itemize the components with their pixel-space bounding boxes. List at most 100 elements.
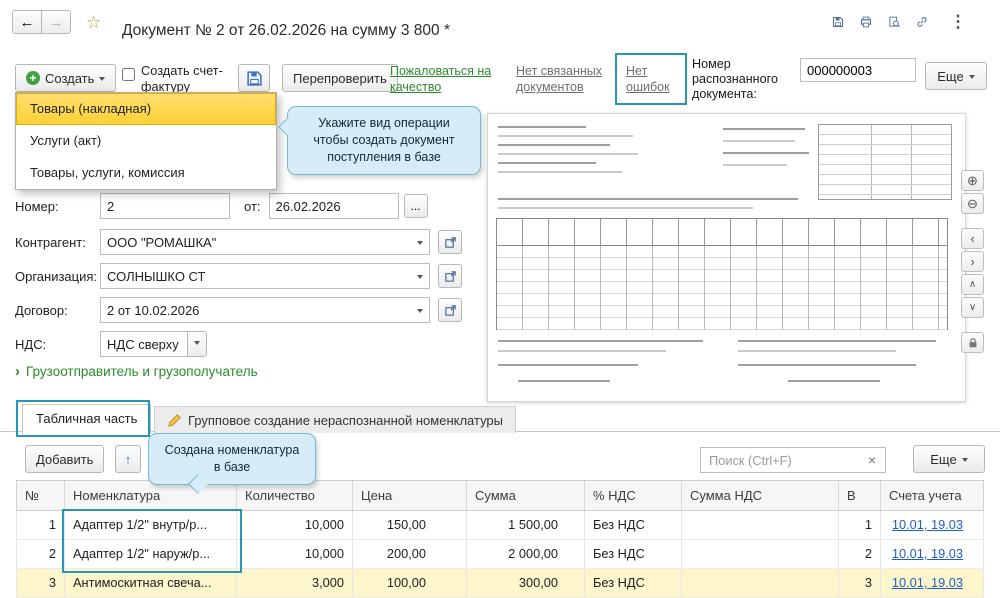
column-accounts[interactable]: Счета учета — [881, 481, 983, 510]
contract-label: Договор: — [15, 302, 68, 318]
tab-group-creation[interactable]: Групповое создание нераспознанной номенк… — [154, 406, 517, 433]
add-row-label: Добавить — [36, 451, 94, 467]
zoom-in-button[interactable]: ⊕ — [961, 170, 984, 191]
cell-number[interactable]: 3 — [17, 569, 65, 597]
column-nomenclature[interactable]: Номенклатура — [65, 481, 237, 510]
page-prev-button[interactable]: ‹ — [961, 228, 984, 249]
preview-search-icon[interactable] — [882, 10, 906, 34]
save-icon[interactable] — [826, 10, 850, 34]
menu-item-goods-services-commission[interactable]: Товары, услуги, комиссия — [16, 157, 276, 189]
no-linked-documents-link[interactable]: Нет связанных документов — [516, 63, 618, 96]
recognized-number-input[interactable] — [800, 58, 916, 82]
chevron-down-icon — [968, 75, 975, 82]
organization-open-button[interactable] — [438, 264, 462, 288]
counterparty-open-button[interactable] — [438, 230, 462, 254]
tab-tabular-part[interactable]: Табличная часть — [22, 404, 152, 434]
number-input[interactable]: 2 — [100, 193, 230, 219]
counterparty-value: ООО "РОМАШКА" — [107, 234, 217, 250]
create-invoice-label[interactable]: Создать счет-фактуру — [141, 63, 236, 95]
cell-quantity[interactable]: 10,000 — [237, 511, 353, 539]
vat-field[interactable]: НДС сверху — [100, 331, 188, 357]
chevron-down-icon — [99, 77, 106, 84]
contract-field[interactable]: 2 от 10.02.2026 — [100, 297, 430, 323]
counterparty-field[interactable]: ООО "РОМАШКА" — [100, 229, 430, 255]
consignor-group-link[interactable]: › Грузоотправитель и грузополучатель — [15, 363, 258, 380]
save-document-button[interactable] — [238, 64, 270, 92]
cell-quantity[interactable]: 10,000 — [237, 540, 353, 568]
clear-search-icon[interactable]: × — [862, 449, 882, 471]
page-next-button[interactable]: › — [961, 251, 984, 272]
cell-nomenclature[interactable]: Адаптер 1/2" внутр/р... — [65, 511, 237, 539]
column-quantity[interactable]: Количество — [237, 481, 353, 510]
cell-vat-rate[interactable]: Без НДС — [585, 569, 682, 597]
cell-number[interactable]: 1 — [17, 511, 65, 539]
column-sum[interactable]: Сумма — [467, 481, 585, 510]
menu-item-services-act[interactable]: Услуги (акт) — [16, 125, 276, 157]
chevron-down-icon[interactable] — [417, 241, 423, 248]
zoom-out-button[interactable]: ⊖ — [961, 193, 984, 214]
accounts-link[interactable]: 10.01, 19.03 — [892, 575, 963, 590]
cell-vat-rate[interactable]: Без НДС — [585, 540, 682, 568]
search-input[interactable] — [700, 447, 886, 473]
no-errors-link[interactable]: Нет ошибок — [626, 63, 678, 96]
number-label: Номер: — [15, 198, 59, 214]
column-v[interactable]: В — [839, 481, 881, 510]
cell-price[interactable]: 100,00 — [353, 569, 467, 597]
table-row[interactable]: 3 Антимоскитная свеча... 3,000 100,00 30… — [16, 569, 984, 598]
complain-quality-link[interactable]: Пожаловаться на качество — [390, 63, 508, 96]
favorite-star-icon[interactable]: ☆ — [86, 13, 101, 33]
date-picker-button[interactable]: ... — [403, 194, 428, 218]
column-price[interactable]: Цена — [353, 481, 467, 510]
cell-quantity[interactable]: 3,000 — [237, 569, 353, 597]
chevron-down-icon[interactable] — [417, 309, 423, 316]
cell-sum[interactable]: 2 000,00 — [467, 540, 585, 568]
cell-nomenclature[interactable]: Антимоскитная свеча... — [65, 569, 237, 597]
column-vat-rate[interactable]: % НДС — [585, 481, 682, 510]
cell-vat-sum[interactable] — [682, 569, 839, 597]
cell-v[interactable]: 3 — [839, 569, 881, 597]
vat-dropdown-button[interactable] — [187, 331, 207, 357]
more-vertical-icon[interactable]: ⋮ — [946, 10, 970, 34]
cell-nomenclature[interactable]: Адаптер 1/2" наруж/р... — [65, 540, 237, 568]
more-button-top[interactable]: Еще — [925, 62, 987, 90]
document-preview[interactable] — [487, 113, 966, 402]
form-row-contract: Договор: 2 от 10.02.2026 — [15, 297, 462, 323]
column-number[interactable]: № — [17, 481, 65, 510]
print-icon[interactable] — [854, 10, 878, 34]
date-input[interactable]: 26.02.2026 — [268, 193, 399, 219]
accounts-link[interactable]: 10.01, 19.03 — [892, 517, 963, 532]
add-row-button[interactable]: Добавить — [25, 445, 105, 473]
cell-sum[interactable]: 300,00 — [467, 569, 585, 597]
cell-sum[interactable]: 1 500,00 — [467, 511, 585, 539]
cell-accounts: 10.01, 19.03 — [881, 569, 983, 597]
cell-v[interactable]: 2 — [839, 540, 881, 568]
cell-vat-sum[interactable] — [682, 511, 839, 539]
create-invoice-checkbox[interactable] — [122, 68, 135, 81]
forward-button[interactable]: → — [41, 10, 71, 34]
cell-price[interactable]: 200,00 — [353, 540, 467, 568]
cell-vat-rate[interactable]: Без НДС — [585, 511, 682, 539]
recheck-button[interactable]: Перепроверить — [282, 64, 398, 92]
cell-number[interactable]: 2 — [17, 540, 65, 568]
column-vat-sum[interactable]: Сумма НДС — [682, 481, 839, 510]
more-button-table[interactable]: Еще — [913, 445, 985, 473]
scroll-down-button[interactable]: ∨ — [961, 297, 984, 318]
chevron-down-icon[interactable] — [417, 275, 423, 282]
back-button[interactable]: ← — [12, 10, 42, 34]
link-icon[interactable] — [910, 10, 934, 34]
cell-vat-sum[interactable] — [682, 540, 839, 568]
scroll-up-button[interactable]: ∧ — [961, 274, 984, 295]
cell-v[interactable]: 1 — [839, 511, 881, 539]
move-up-button[interactable]: ↑ — [115, 445, 141, 473]
organization-field[interactable]: СОЛНЫШКО СТ — [100, 263, 430, 289]
accounts-link[interactable]: 10.01, 19.03 — [892, 546, 963, 561]
create-button[interactable]: + Создать — [15, 64, 117, 92]
menu-item-goods-invoice[interactable]: Товары (накладная) — [16, 93, 276, 125]
contract-open-button[interactable] — [438, 298, 462, 322]
lock-icon[interactable] — [961, 332, 984, 353]
cell-price[interactable]: 150,00 — [353, 511, 467, 539]
table-row[interactable]: 1 Адаптер 1/2" внутр/р... 10,000 150,00 … — [16, 511, 984, 540]
organization-value: СОЛНЫШКО СТ — [107, 268, 206, 284]
table-row[interactable]: 2 Адаптер 1/2" наруж/р... 10,000 200,00 … — [16, 540, 984, 569]
plus-icon: + — [26, 71, 40, 85]
